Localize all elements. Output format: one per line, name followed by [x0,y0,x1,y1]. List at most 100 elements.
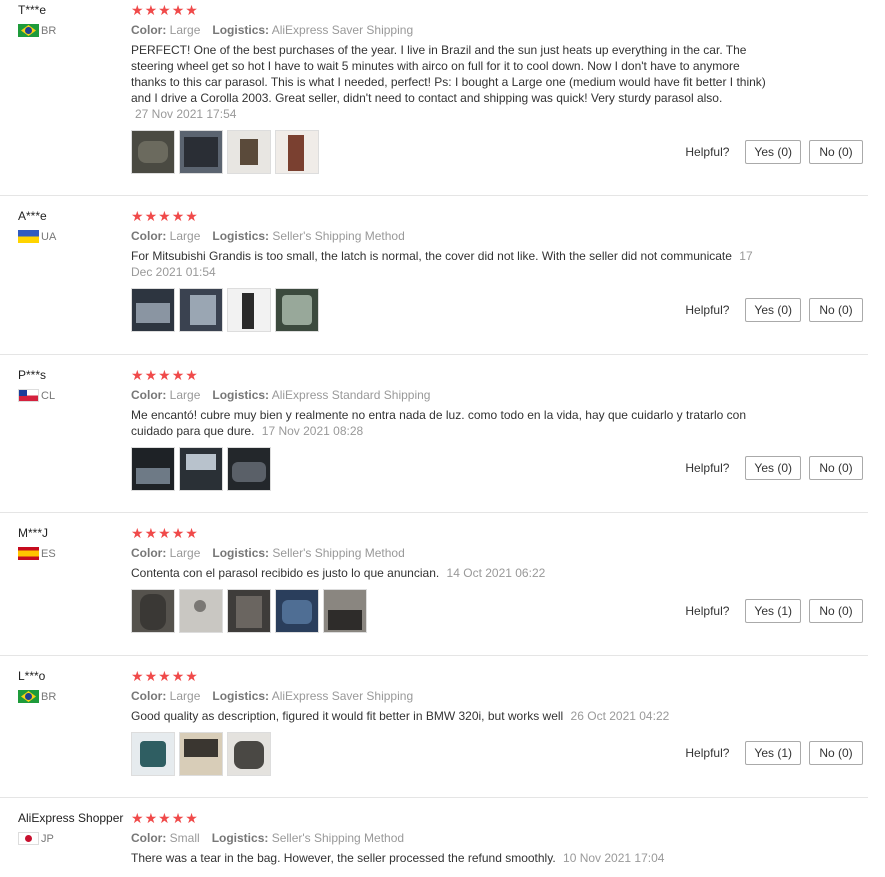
star-rating: ★★★★★ [131,808,871,828]
logistics-value: AliExpress Saver Shipping [271,23,414,37]
star-icon: ★ [158,208,172,224]
star-icon: ★ [144,525,159,541]
star-icon: ★ [131,2,145,18]
yes-vote-button[interactable]: Yes (0) [745,298,801,322]
review-item: AliExpress Shopper JP ★★★★★ Color: Small… [0,808,868,877]
no-vote-button[interactable]: No (0) [809,456,863,480]
reviewer-info: T***e BR [18,2,128,37]
yes-vote-button[interactable]: Yes (1) [745,741,801,765]
logistics-value: AliExpress Saver Shipping [271,689,414,703]
color-label: Color: [131,229,167,243]
review-item: P***s CL ★★★★★ Color: Large Logistics: Al… [0,365,868,513]
no-vote-button[interactable]: No (0) [809,741,863,765]
brazil-flag-icon [18,690,39,703]
order-info: Color: Small Logistics: Seller's Shipping… [131,828,871,848]
star-icon: ★ [158,810,172,826]
review-photo[interactable] [227,130,271,174]
reviewer-country: BR [18,24,128,37]
star-icon: ★ [185,208,199,224]
star-icon: ★ [144,2,159,18]
order-info: Color: Large Logistics: Seller's Shipping… [131,543,871,563]
review-photo[interactable] [179,589,223,633]
review-date: 14 Oct 2021 06:22 [446,566,546,580]
review-photo[interactable] [227,288,271,332]
helpful-vote: Helpful? Yes (1) No (0) [685,599,863,623]
country-code: UA [41,230,57,243]
review-body: Me encantó! cubre muy bien y realmente n… [131,408,747,438]
japan-flag-icon [18,832,39,845]
helpful-label: Helpful? [685,303,730,317]
logistics-label: Logistics: [212,23,270,37]
review-body: There was a tear in the bag. However, th… [131,851,556,865]
logistics-value: Seller's Shipping Method [272,229,405,243]
review-photo[interactable] [131,130,175,174]
review-photo[interactable] [227,732,271,776]
reviewer-name: L***o [18,669,46,683]
color-label: Color: [131,23,167,37]
country-code: BR [41,24,57,37]
reviewer-country: ES [18,547,128,560]
reviewer-name: M***J [18,526,49,540]
yes-vote-button[interactable]: Yes (1) [745,599,801,623]
review-body: Good quality as description, figured it … [131,709,564,723]
country-code: BR [41,690,57,703]
review-photo[interactable] [131,447,175,491]
review-photo[interactable] [275,288,319,332]
review-photo[interactable] [179,288,223,332]
star-icon: ★ [185,668,199,684]
review-text: There was a tear in the bag. However, th… [131,850,771,866]
helpful-label: Helpful? [685,604,730,618]
review-item: L***o BR ★★★★★ Color: Large Logistics: Al… [0,666,868,798]
logistics-label: Logistics: [212,229,270,243]
yes-vote-button[interactable]: Yes (0) [745,456,801,480]
review-photo[interactable] [275,589,319,633]
no-vote-button[interactable]: No (0) [809,140,863,164]
order-info: Color: Large Logistics: Seller's Shipping… [131,226,871,246]
review-photo[interactable] [131,589,175,633]
yes-vote-button[interactable]: Yes (0) [745,140,801,164]
star-icon: ★ [171,525,186,541]
star-icon: ★ [185,2,199,18]
star-rating: ★★★★★ [131,0,871,20]
review-date: 10 Nov 2021 17:04 [563,851,665,865]
helpful-vote: Helpful? Yes (0) No (0) [685,456,863,480]
reviewer-info: L***o BR [18,668,128,703]
review-photo[interactable] [179,130,223,174]
review-photo[interactable] [131,288,175,332]
review-photo[interactable] [179,732,223,776]
review-body: Contenta con el parasol recibido es just… [131,566,440,580]
logistics-label: Logistics: [211,831,269,845]
star-icon: ★ [131,367,145,383]
star-icon: ★ [171,668,186,684]
review-photo[interactable] [323,589,367,633]
color-label: Color: [131,689,167,703]
reviewer-country: BR [18,690,128,703]
reviewer-country: JP [18,832,128,845]
helpful-vote: Helpful? Yes (0) No (0) [685,298,863,322]
review-photo[interactable] [131,732,175,776]
no-vote-button[interactable]: No (0) [809,298,863,322]
review-text: Good quality as description, figured it … [131,708,771,724]
review-text: PERFECT! One of the best purchases of th… [131,42,771,122]
review-photo[interactable] [227,589,271,633]
color-value: Large [169,229,201,243]
star-rating: ★★★★★ [131,666,871,686]
review-photo[interactable] [179,447,223,491]
country-code: CL [41,389,56,402]
review-date: 26 Oct 2021 04:22 [570,709,670,723]
color-value: Large [169,388,201,402]
review-photo[interactable] [275,130,319,174]
reviewer-info: A***e UA [18,208,128,243]
color-value: Small [169,831,200,845]
star-icon: ★ [171,2,186,18]
review-photo[interactable] [227,447,271,491]
star-icon: ★ [131,810,145,826]
review-item: T***e BR ★★★★★ Color: Large Logistics: Al… [0,0,868,196]
star-icon: ★ [171,810,186,826]
star-icon: ★ [144,668,159,684]
spain-flag-icon [18,547,39,560]
review-body: PERFECT! One of the best purchases of th… [131,43,766,105]
star-icon: ★ [171,367,186,383]
helpful-vote: Helpful? Yes (1) No (0) [685,741,863,765]
no-vote-button[interactable]: No (0) [809,599,863,623]
